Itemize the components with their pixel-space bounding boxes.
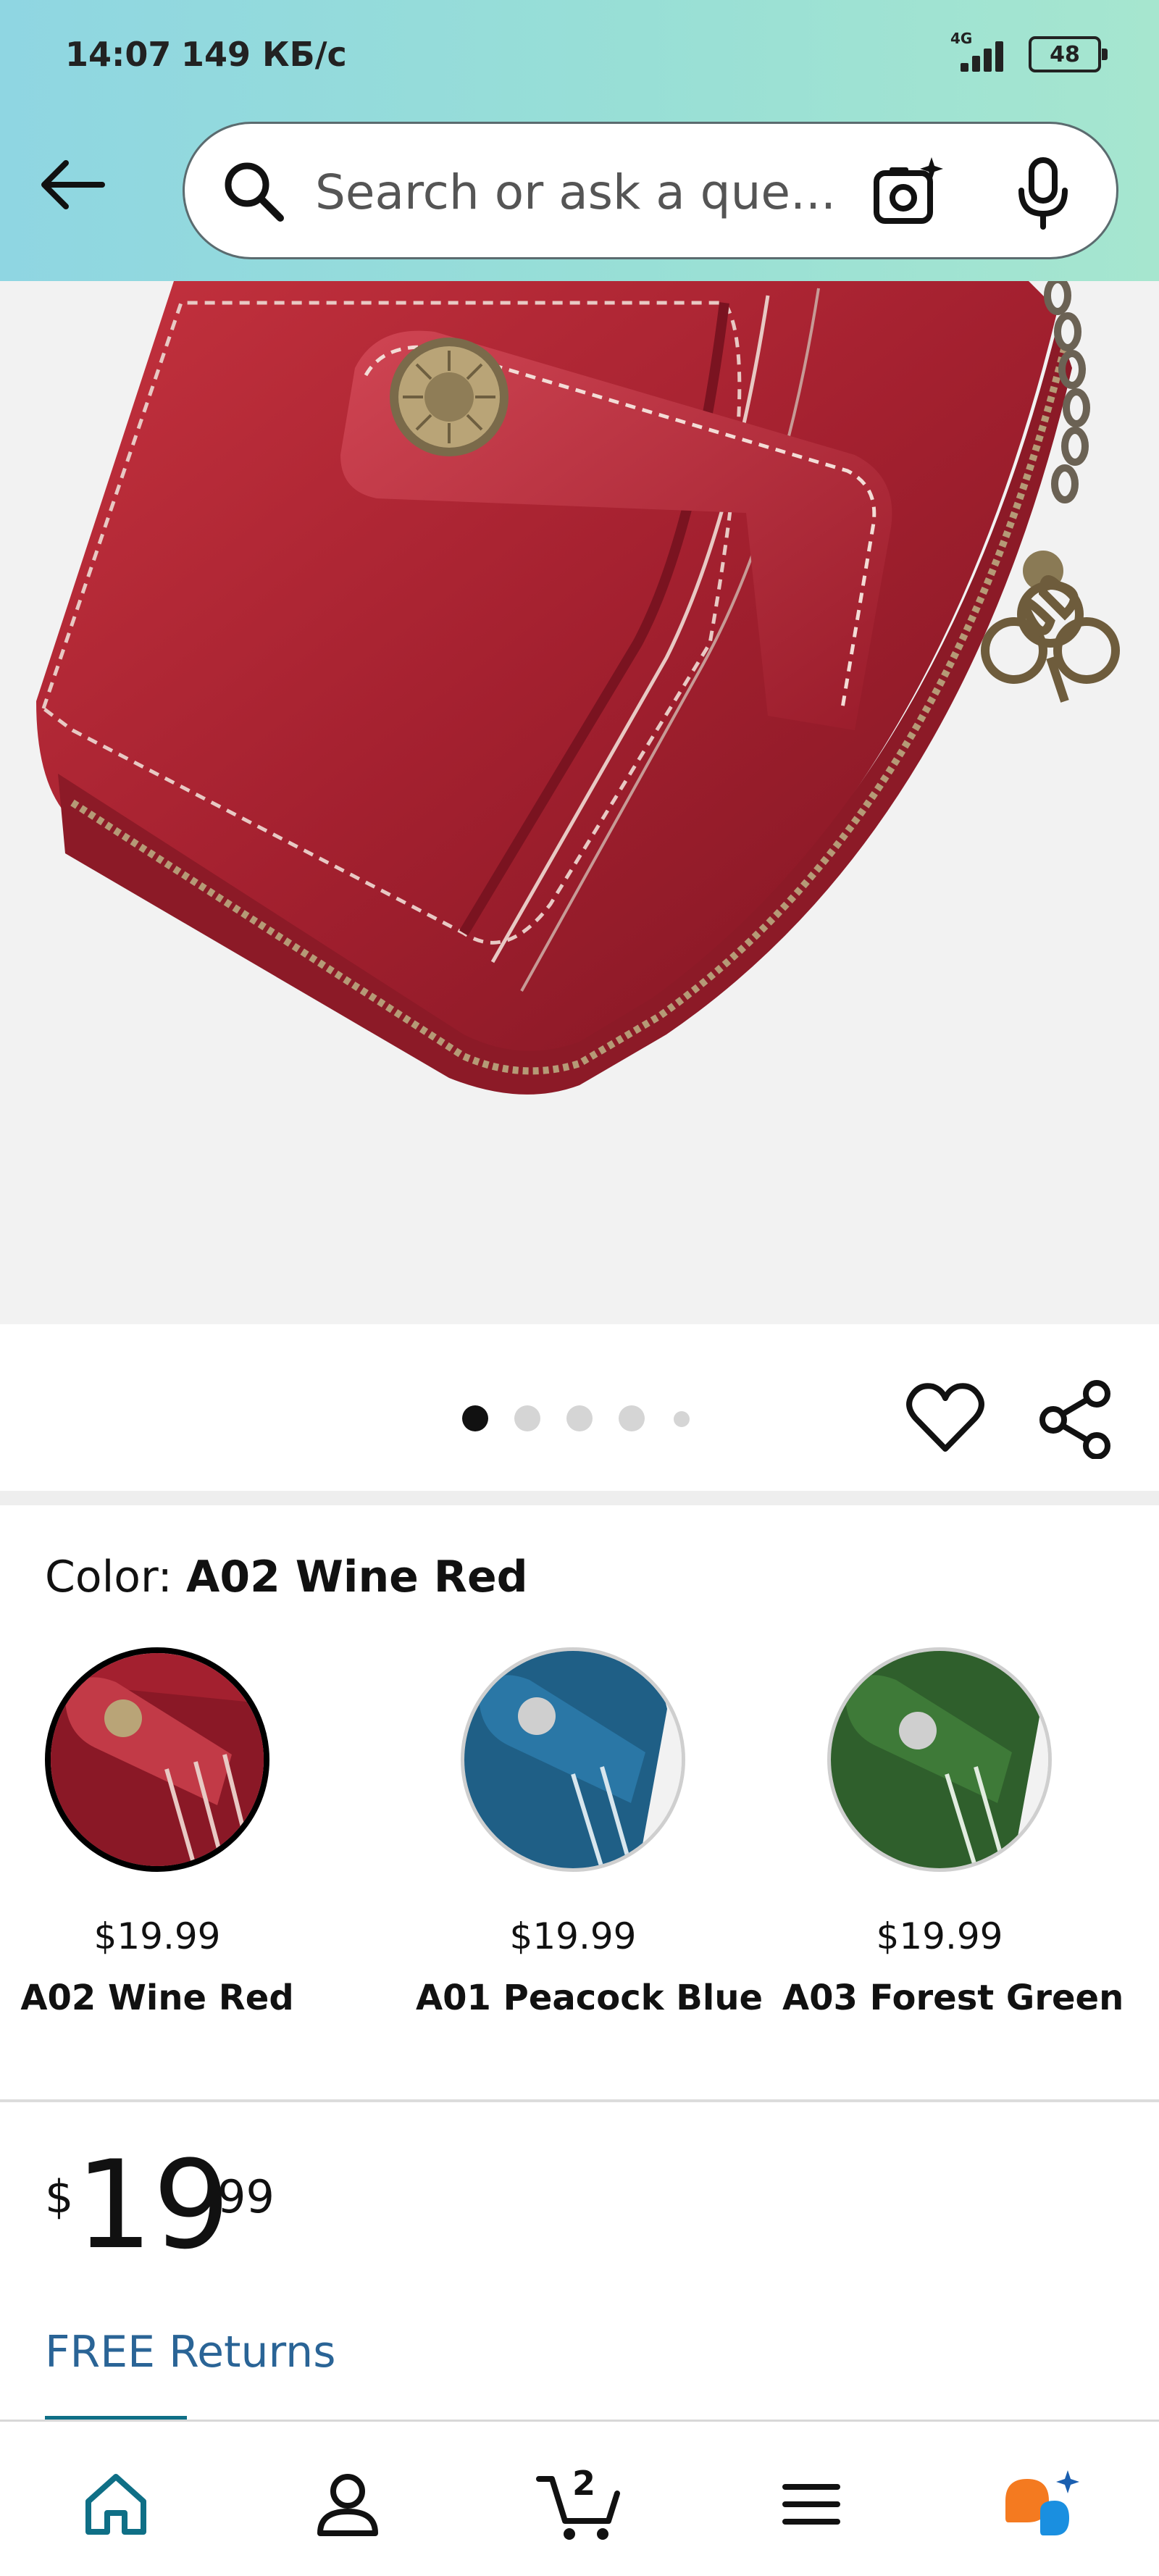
- swatch-price: $19.99: [876, 1915, 1003, 1957]
- swatch-name: A03 Forest Green: [782, 1978, 1124, 2018]
- signal-icon: 4G: [950, 30, 1010, 76]
- search-icon: [225, 162, 284, 222]
- color-selector: Color: A02 Wine Red $19.99 A02 Wine Red: [0, 1505, 1159, 2101]
- back-button[interactable]: [32, 145, 112, 225]
- heart-icon[interactable]: [905, 1379, 985, 1459]
- status-time: 14:07: [65, 35, 172, 74]
- status-icons: 4G 48: [950, 29, 1108, 80]
- home-icon: [85, 2474, 146, 2535]
- network-type: 4G: [950, 30, 973, 47]
- back-arrow-icon: [41, 160, 105, 209]
- wallet-photo: [36, 281, 1120, 1095]
- swatch-image: [45, 1647, 269, 1872]
- cart-count-badge: 2: [572, 2464, 596, 2503]
- swatch-image: [827, 1647, 1052, 1872]
- free-returns-link[interactable]: FREE Returns: [45, 2327, 335, 2378]
- camera-search-icon[interactable]: [869, 154, 945, 230]
- price-currency: $: [45, 2170, 74, 2223]
- app-header: 14:07 149 КБ/с 4G 48 Search or ask a que…: [0, 0, 1159, 281]
- swatch-price: $19.99: [93, 1915, 221, 1957]
- battery-icon: 48: [1029, 36, 1108, 72]
- carousel-dot-2[interactable]: [514, 1405, 540, 1431]
- section-divider: [0, 2099, 1159, 2102]
- swatch-price: $19.99: [509, 1915, 637, 1957]
- swatch-name: A01 Peacock Blue: [416, 1978, 763, 2018]
- menu-icon: [782, 2484, 840, 2525]
- rufus-ai-icon: [1005, 2470, 1079, 2535]
- nav-rufus-ai[interactable]: [1000, 2461, 1087, 2548]
- image-carousel-controls: [0, 1324, 1159, 1491]
- color-option-peacock-blue[interactable]: $19.99 A01 Peacock Blue: [416, 1647, 763, 2053]
- color-label-prefix: Color:: [45, 1552, 186, 1602]
- microphone-icon[interactable]: [1014, 156, 1072, 231]
- status-bar: 14:07 149 КБ/с 4G 48: [0, 0, 1159, 109]
- carousel-dot-4[interactable]: [619, 1405, 645, 1431]
- price-whole: 19: [75, 2134, 230, 2276]
- battery-level: 48: [1050, 41, 1080, 67]
- bottom-navigation: 2: [0, 2420, 1159, 2576]
- account-icon: [317, 2474, 378, 2536]
- selected-color-name: A02 Wine Red: [185, 1552, 528, 1602]
- carousel-dot-1[interactable]: [462, 1405, 488, 1431]
- color-option-wine-red[interactable]: $19.99 A02 Wine Red: [0, 1647, 294, 2053]
- section-divider: [0, 1491, 1159, 1505]
- network-speed: 149 КБ/с: [181, 35, 347, 74]
- nav-account[interactable]: [304, 2461, 391, 2548]
- nav-menu[interactable]: [768, 2461, 855, 2548]
- product-image[interactable]: [0, 281, 1159, 1324]
- carousel-dot-3[interactable]: [566, 1405, 593, 1431]
- nav-cart[interactable]: 2: [536, 2461, 623, 2548]
- color-label: Color: A02 Wine Red: [45, 1552, 528, 1602]
- carousel-dot-5[interactable]: [674, 1411, 690, 1427]
- nav-home[interactable]: [72, 2461, 159, 2548]
- share-icon[interactable]: [1036, 1379, 1116, 1459]
- price-fraction: 99: [217, 2170, 275, 2223]
- color-option-forest-green[interactable]: $19.99 A03 Forest Green: [782, 1647, 1124, 2053]
- swatch-image: [461, 1647, 685, 1872]
- swatch-name: A02 Wine Red: [20, 1978, 294, 2018]
- search-bar[interactable]: Search or ask a que...: [183, 122, 1118, 259]
